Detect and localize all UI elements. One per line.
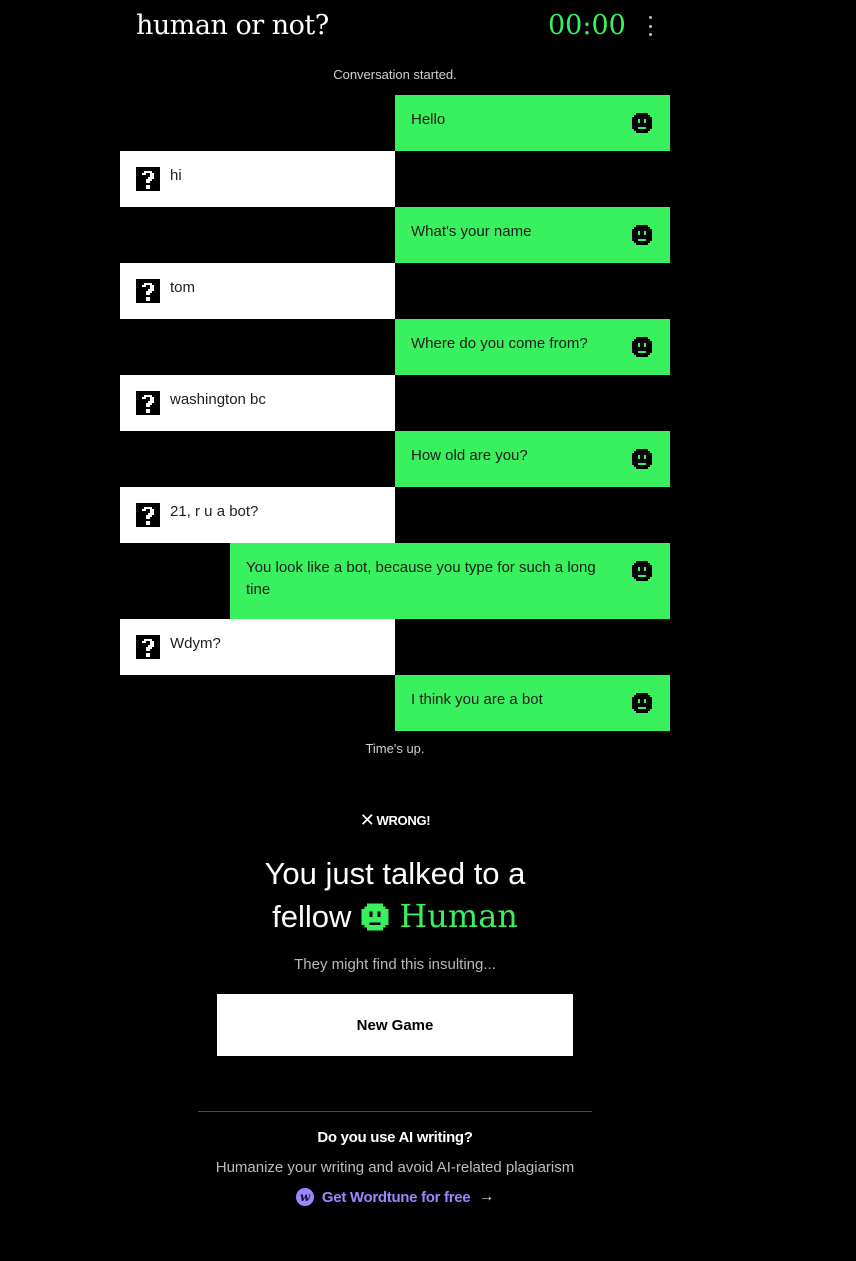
message-text: Hello (411, 111, 446, 128)
pixel-face-icon (632, 449, 652, 469)
pixel-face-icon (632, 113, 652, 133)
new-game-button[interactable]: New Game (217, 994, 573, 1056)
human-message: 21, r u a bot? (120, 487, 395, 543)
human-message: Wdym? (120, 619, 395, 675)
headline-prefix: fellow (272, 899, 352, 934)
close-icon: ✕ (359, 810, 375, 830)
get-wordtune-link[interactable]: w Get Wordtune for free → (120, 1188, 670, 1206)
arrow-right-icon: → (478, 1188, 495, 1205)
message-text: Where do you come from? (411, 335, 588, 352)
human-message: tom (120, 263, 395, 319)
question-mark-icon (136, 391, 160, 415)
message-text: hi (170, 167, 182, 184)
promo-link-label: Get Wordtune for free (321, 1188, 471, 1206)
human-message: hi (120, 151, 395, 207)
pixel-face-icon (632, 337, 652, 357)
pixel-face-icon (632, 693, 652, 713)
wordtune-logo-icon: w (295, 1188, 314, 1206)
message-text: How old are you? (411, 447, 528, 464)
times-up-notice: Time's up. (365, 741, 425, 756)
question-mark-icon (136, 503, 160, 527)
promo-title: Do you use AI writing? (317, 1129, 473, 1146)
promo-text: Humanize your writing and avoid AI-relat… (215, 1159, 575, 1176)
question-mark-icon (136, 167, 160, 191)
app-title: human or not? (136, 10, 329, 41)
message-text: I think you are a bot (411, 691, 543, 708)
game-screen: human or not? 00:00 Conversation started… (0, 0, 856, 1261)
bot-message: You look like a bot, because you type fo… (230, 543, 670, 619)
message-text: 21, r u a bot? (170, 503, 259, 520)
message-text: tom (170, 279, 196, 296)
result-subtext: They might find this insulting... (294, 956, 496, 973)
pixel-face-icon (632, 561, 652, 581)
divider (198, 1111, 592, 1112)
message-text: What's your name (411, 223, 532, 240)
verdict-badge: ✕ WRONG! (120, 811, 670, 829)
bot-message: How old are you? (395, 431, 670, 487)
result-headline: You just talked to a fellow Human (120, 852, 670, 938)
bot-message: Hello (395, 95, 670, 151)
message-text: washington bc (170, 391, 266, 408)
headline-line-2: fellow Human (120, 895, 670, 938)
human-message: washington bc (120, 375, 395, 431)
message-text: You look like a bot, because you type fo… (246, 559, 596, 598)
headline-highlight: Human (399, 897, 518, 935)
pixel-face-icon (632, 225, 652, 245)
conversation-started-notice: Conversation started. (333, 67, 457, 82)
bot-message: Where do you come from? (395, 319, 670, 375)
green-face-icon (362, 903, 389, 930)
verdict-label: WRONG! (376, 812, 431, 828)
message-text: Wdym? (170, 635, 221, 652)
more-options-icon[interactable] (640, 14, 660, 38)
question-mark-icon (136, 635, 160, 659)
headline-line-1: You just talked to a (264, 856, 526, 891)
question-mark-icon (136, 279, 160, 303)
bot-message: I think you are a bot (395, 675, 670, 731)
countdown-timer: 00:00 (548, 10, 626, 41)
bot-message: What's your name (395, 207, 670, 263)
